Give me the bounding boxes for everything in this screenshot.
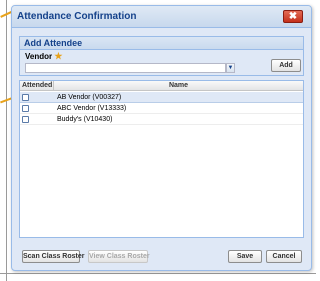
close-button[interactable]: ✖ [283, 10, 303, 23]
vendor-name-cell: ABC Vendor (V13333) [57, 105, 127, 112]
vendor-name-cell: AB Vendor (V00327) [57, 94, 122, 101]
view-class-roster-button[interactable]: View Class Roster [88, 250, 150, 263]
attended-checkbox[interactable] [22, 116, 29, 123]
vendor-combo-input[interactable] [25, 63, 226, 73]
chevron-down-icon[interactable]: ▼ [226, 63, 235, 73]
table-row[interactable]: AB Vendor (V00327) [20, 92, 303, 103]
dialog-titlebar[interactable]: Attendance Confirmation ✖ [12, 6, 311, 28]
add-attendee-header: Add Attendee [20, 37, 303, 50]
column-header-attended[interactable]: Attended [20, 81, 54, 91]
dialog-title: Attendance Confirmation [17, 11, 137, 22]
required-star-icon: ★ [54, 51, 63, 61]
background-border-bottom [0, 273, 316, 274]
grid-header: Attended Name [20, 81, 303, 91]
scan-class-roster-button[interactable]: Scan Class Roster [22, 250, 84, 263]
table-row[interactable]: ABC Vendor (V13333) [20, 103, 303, 114]
save-button[interactable]: Save [228, 250, 262, 263]
vendor-label-text: Vendor [25, 52, 53, 61]
close-icon: ✖ [288, 11, 298, 22]
add-attendee-panel: Add Attendee Vendor ★ ▼ Add [19, 36, 304, 76]
vendor-name-cell: Buddy's (V10430) [57, 116, 113, 123]
attendee-grid: Attended Name AB Vendor (V00327) ABC Vend… [19, 80, 304, 238]
background-border-left [6, 0, 7, 281]
vendor-label: Vendor ★ [25, 51, 62, 62]
attended-checkbox[interactable] [22, 94, 29, 101]
attendance-confirmation-dialog: Attendance Confirmation ✖ Add Attendee V… [11, 5, 312, 271]
add-button[interactable]: Add [271, 59, 301, 72]
column-header-name[interactable]: Name [54, 81, 303, 91]
attended-checkbox[interactable] [22, 105, 29, 112]
cancel-button[interactable]: Cancel [266, 250, 302, 263]
table-row[interactable]: Buddy's (V10430) [20, 114, 303, 125]
